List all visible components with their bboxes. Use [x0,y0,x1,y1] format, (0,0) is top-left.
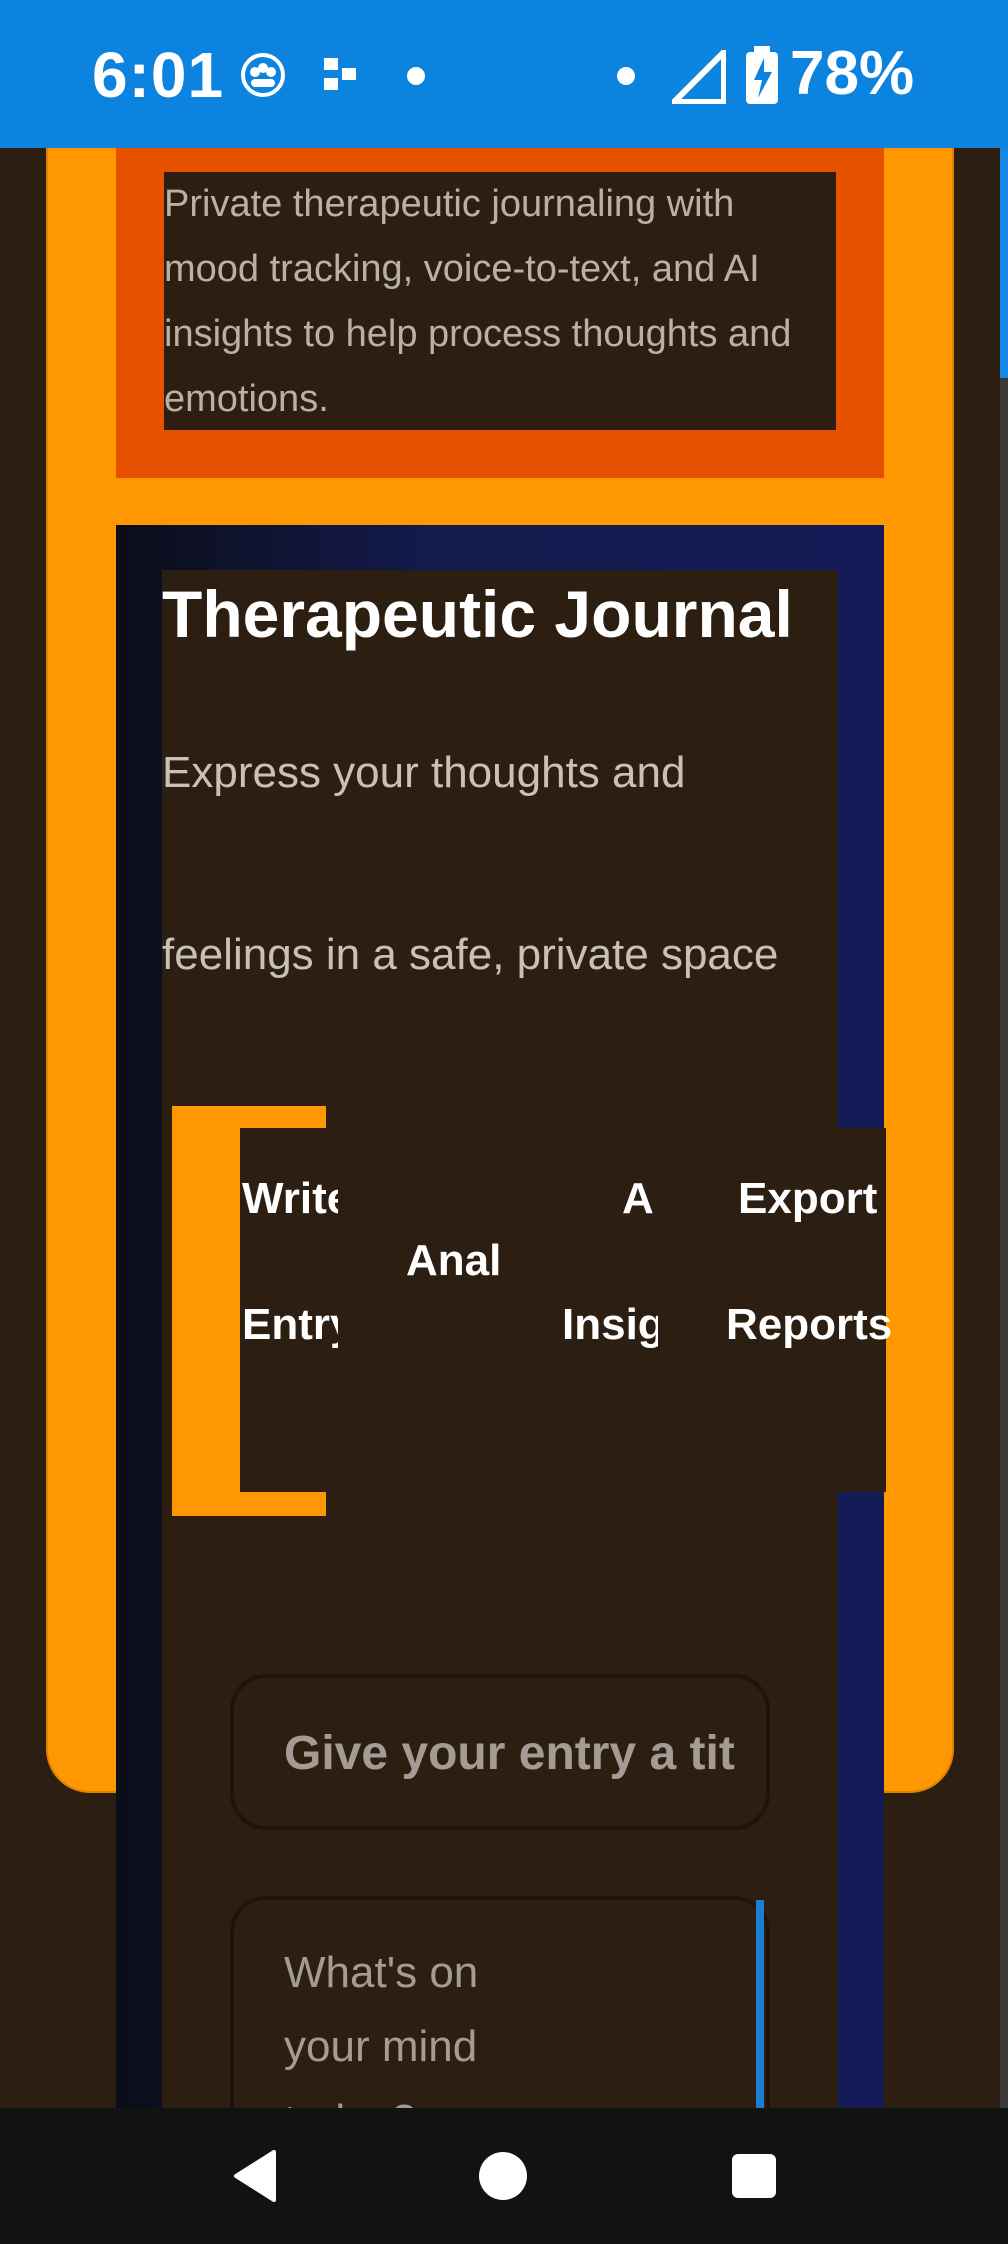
page-subtitle-line2: feelings in a safe, private space [162,930,779,979]
page-subtitle-line1: Express your thoughts and [162,748,686,797]
status-bar: 6:01 78% [0,0,1008,148]
back-icon[interactable] [228,2148,284,2204]
app-description: Private therapeutic journaling with mood… [164,172,836,430]
recents-icon[interactable] [726,2148,782,2204]
status-time: 6:01 [92,39,225,111]
tab-strip: Write Entry Anal AI Insig Export Reports [240,1128,892,1492]
home-icon[interactable] [475,2148,531,2204]
dot-icon [406,66,426,91]
signal-icon [666,44,727,109]
tab-ai-insights[interactable]: AI Insig [560,1128,660,1492]
entry-body-placeholder: What's on your mind today? Share [284,1948,479,2108]
tab-analysis-label: Anal [406,1236,502,1285]
tab-write-label-line1: Write [242,1174,338,1223]
tab-export-label-line1: Export [738,1174,878,1223]
entry-body-textarea[interactable]: What's on your mind today? Share [230,1896,770,2108]
textarea-scrollbar[interactable] [756,1900,764,2108]
people-icon [240,52,286,103]
tab-export-label-line2: Reports [726,1300,893,1349]
tab-ai-label-line2: Insig [562,1300,658,1349]
tab-write-entry[interactable]: Write Entry [240,1128,340,1492]
system-nav-bar [0,2108,1008,2244]
battery-charging-icon [744,46,780,111]
main-content: Private therapeutic journaling with mood… [0,148,1008,2108]
dots-icon [324,58,358,97]
page-title: Therapeutic Journal [162,577,793,651]
dot-icon [616,66,636,91]
page-scrollbar-track [1000,378,1008,2108]
entry-title-placeholder: Give your entry a tit [284,1727,735,1780]
tab-ai-label-line1: AI [622,1174,656,1223]
tab-export-reports[interactable]: Export Reports [710,1128,892,1492]
entry-title-input[interactable]: Give your entry a tit [230,1674,770,1830]
battery-percent: 78% [790,39,915,108]
tab-write-label-line2: Entry [242,1300,338,1349]
page-scrollbar-thumb[interactable] [1000,148,1008,378]
tab-analysis[interactable]: Anal [390,1128,510,1492]
